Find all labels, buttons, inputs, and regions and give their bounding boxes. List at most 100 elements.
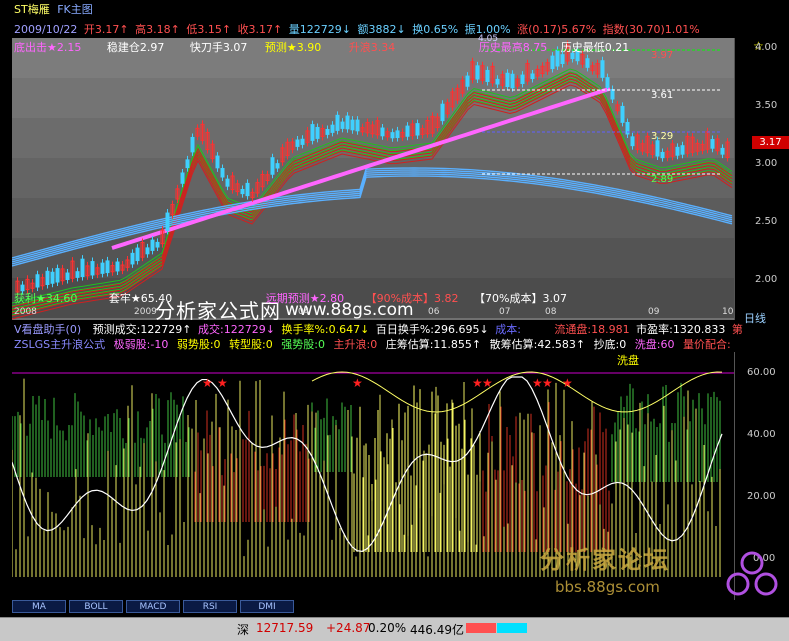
san-estimate: 散筹估算:42.583↑ [489,338,586,351]
candle-body [310,124,315,141]
candle-body [80,258,85,278]
peak-label: 4.05 [478,34,499,44]
cost90-label: 【90%成本】3.82 [365,292,459,305]
dip-value: 抄底:0 [593,338,627,351]
candle-body [220,167,225,178]
price-chart[interactable] [12,38,734,320]
candle-body [465,75,470,87]
volume-price: 量价配合: [682,338,731,351]
candle-body [180,172,185,184]
assist-name[interactable]: V看盘助手(0) [14,323,81,336]
candle-body [680,145,685,155]
price-tick-3: 2.50 [755,216,778,227]
deal-volume: 成交:122729↓ [198,323,275,336]
quote-high: 高3.18↑ [135,23,180,36]
signal-hist-low: 历史最低0.21 [560,41,630,54]
candle-body [675,146,680,156]
candle-body [150,239,155,251]
terminal-window: ST梅雁 FK主图 2009/10/22 开3.17↑ 高3.18↑ 低3.15… [0,0,789,641]
candle-body [495,78,500,85]
wash-value: 洗盘:60 [634,338,675,351]
time-tick-6: 09 [648,307,660,317]
time-tick-7: 10 [722,307,734,317]
price-axis: ☆ 4.00 3.50 3.00 2.50 2.00 3.17 [734,38,789,320]
status-bar: 深 12717.59 +24.87 0.20% 446.49亿 [0,617,789,641]
candle-body [585,58,590,68]
candle-body [475,65,480,80]
weak-stock: 弱势股:0 [176,338,221,351]
price-tick-0: 4.00 [755,42,778,53]
candle-body [100,262,105,274]
candle-body [115,261,120,272]
quote-volume: 量122729↓ [288,23,351,36]
candle-body [245,182,250,197]
candle-body [75,271,80,278]
signal-star-icon: ★ [202,376,213,390]
transform-stock: 转型股:0 [229,338,273,351]
candle-body [355,119,360,132]
candle-body [275,163,280,169]
chart-bands [12,38,734,318]
candle-body [605,77,610,88]
signal-star-icon: ★ [562,376,573,390]
candle-body [50,271,55,284]
predict-volume: 预测成交:122729↑ [92,323,192,336]
formula-row: ZSLGS主升浪公式 极弱股:-10 弱势股:0 转型股:0 强势股:0 主升浪… [14,338,737,351]
hundred-turnover: 百日换手%:296.695↓ [375,323,489,336]
candle-body [350,119,355,131]
candle-body [630,136,635,147]
tab-boll[interactable]: BOLL [69,600,123,613]
candle-body [655,140,660,157]
candle-body [340,121,345,129]
quote-index: 指数(30.70)1.01% [602,23,700,36]
quote-amount: 额3882↓ [357,23,406,36]
signal-predict: 预测★3.90 [264,41,322,54]
chart-name[interactable]: FK主图 [57,3,93,16]
flower-logo-icon [726,551,778,596]
cost-value: 成本: [495,323,521,336]
candle-body [390,132,395,139]
ind-tick-0: 60.00 [747,367,776,378]
candle-body [415,123,420,136]
candle-body [485,69,490,82]
profit-label: 获利★34.60 [14,292,78,305]
signal-rise: 升浪3.34 [348,41,396,54]
turnover-rate: 换手率%:0.647↓ [281,323,370,336]
status-amount: 446.49亿 [410,623,464,637]
signal-star-icon: ★ [542,376,553,390]
candle-body [345,115,350,130]
candle-body [165,212,170,231]
trapped-label: 套牢★65.40 [108,292,173,305]
candle-body [135,247,140,262]
quote-turnover: 换0.65% [412,23,459,36]
more-label: 第 [731,323,743,336]
chart-band [12,78,734,118]
time-tick-1: 2009 [134,307,157,317]
cost70-label: 【70%成本】3.07 [474,292,567,305]
extreme-weak: 极弱股:-10 [113,338,169,351]
time-axis: 2008 2009 04 06 07 08 09 10 [12,307,734,318]
tab-dmi[interactable]: DMI [240,600,294,613]
stock-name[interactable]: ST梅雁 [14,3,50,16]
candle-body [530,73,535,79]
candle-body [65,272,70,281]
candle-body [720,147,725,155]
quote-bar: ST梅雁 FK主图 [14,3,99,16]
tab-ma[interactable]: MA [12,600,66,613]
candle-body [225,178,230,187]
candle-body [520,74,525,84]
candle-body [130,252,135,265]
candle-body [20,284,25,292]
candle-body [300,138,305,145]
tab-rsi[interactable]: RSI [183,600,237,613]
formula-name[interactable]: ZSLGS主升浪公式 [14,338,105,351]
tab-macd[interactable]: MACD [126,600,180,613]
chart-band [12,198,734,238]
candle-body [405,125,410,137]
candle-body [505,72,510,87]
far-predict-label: 远期预测★2.80 [265,292,345,305]
price-tick-4: 2.00 [755,274,778,285]
ind-tick-1: 40.00 [747,429,776,440]
candle-body [270,157,275,175]
candle-body [600,60,605,78]
